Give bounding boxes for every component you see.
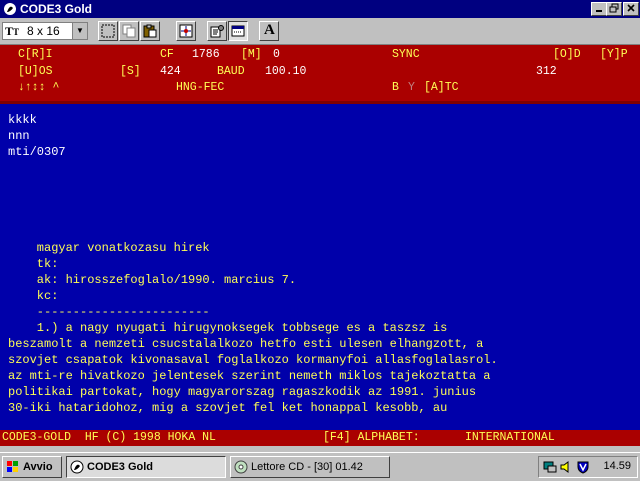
taskbar: Avvio CODE3 Gold Lettore CD - [30] 01.42…: [0, 452, 640, 481]
terminal-line: politikai partokat, hogy magyarorszag ra…: [8, 385, 477, 399]
clock[interactable]: 14.59: [603, 460, 631, 472]
baud-value: 100.10: [265, 65, 307, 78]
terminal-line: mti/0307: [8, 145, 66, 159]
yp-label[interactable]: [Y]P: [600, 48, 628, 62]
close-icon: [627, 4, 635, 12]
status-panel: C[R]I CF 1786 [M] 0 SYNC [O]D [Y]P [U]OS…: [0, 45, 640, 104]
minimize-button[interactable]: [591, 2, 607, 16]
terminal-line: az mti-re hivatkozo jelentesek szerint n…: [8, 369, 491, 383]
window-button[interactable]: [228, 21, 248, 41]
paste-icon: [143, 24, 157, 38]
font-icon: A: [264, 22, 275, 38]
volume-icon[interactable]: [559, 460, 573, 474]
terminal-line: szovjet csapatok kivonasaval foglalkozo …: [8, 353, 498, 367]
font-size-value: 8 x 16: [27, 24, 60, 38]
terminal-line: 1.) a nagy nyugati hirugynoksegek tobbse…: [8, 321, 448, 335]
window-icon: [231, 25, 245, 37]
m-value: 0: [273, 48, 280, 61]
terminal-line: kkkk: [8, 113, 37, 127]
terminal-line: beszamolt a nemzeti csucstalalkozo hetfo…: [8, 337, 484, 351]
baud-label: BAUD: [217, 65, 245, 78]
terminal-line: ------------------------: [8, 305, 210, 319]
antivirus-icon[interactable]: [576, 460, 590, 474]
alphabet-value: INTERNATIONAL: [465, 431, 555, 444]
start-button[interactable]: Avvio: [2, 456, 62, 478]
task-code3-gold[interactable]: CODE3 Gold: [66, 456, 226, 478]
toolbar: TT 8 x 16 ▼ A: [0, 19, 640, 45]
copy-button[interactable]: [119, 21, 139, 41]
s-value: 424: [160, 65, 181, 78]
mode-label: HNG-FEC: [176, 81, 225, 94]
paste-button[interactable]: [140, 21, 160, 41]
cf-value: 1786: [192, 48, 220, 61]
terminal-line: 30-iki hataridohoz, mig a szovjet fel ke…: [8, 401, 448, 415]
alphabet-key-label[interactable]: [F4] ALPHABET:: [323, 430, 420, 446]
select-icon: [101, 24, 115, 38]
select-button[interactable]: [98, 21, 118, 41]
right-counter: 312: [536, 65, 557, 78]
properties-icon: [210, 25, 224, 38]
copy-icon: [122, 24, 136, 38]
cri-label[interactable]: C[R]I: [18, 48, 53, 62]
terminal-line: kc:: [8, 289, 59, 303]
m-label[interactable]: [M]: [241, 48, 262, 62]
y-indicator: Y: [408, 81, 415, 94]
code3-app-icon: [70, 460, 84, 474]
terminal-line: ak: hirosszefoglalo/1990. marcius 7.: [8, 273, 297, 287]
task-label: CODE3 Gold: [87, 461, 154, 473]
minimize-icon: [596, 10, 602, 12]
od-label[interactable]: [O]D: [553, 48, 581, 62]
target-button[interactable]: [176, 21, 196, 41]
restore-icon: [609, 3, 619, 13]
uos-label[interactable]: [U]OS: [18, 65, 53, 79]
task-label: Lettore CD - [30] 01.42: [251, 461, 363, 473]
chevron-down-icon[interactable]: ▼: [72, 23, 87, 39]
bottom-status-bar: CODE3-GOLD HF (C) 1998 HOKA NL [F4] ALPH…: [0, 430, 640, 446]
properties-button[interactable]: [207, 21, 227, 41]
cf-label: CF: [160, 48, 174, 61]
b-indicator: B: [392, 81, 399, 94]
terminal-output[interactable]: kkkk nnn mti/0307 magyar vonatkozasu hir…: [0, 104, 640, 430]
copyright-label: CODE3-GOLD HF (C) 1998 HOKA NL: [2, 431, 216, 444]
system-tray: 14.59: [538, 456, 638, 478]
terminal-line: magyar vonatkozasu hirek: [8, 241, 210, 255]
atc-label[interactable]: [A]TC: [424, 81, 459, 95]
windows-logo-icon: [7, 461, 18, 472]
task-cd-player[interactable]: Lettore CD - [30] 01.42: [230, 456, 390, 478]
font-button[interactable]: A: [259, 21, 279, 41]
cd-player-icon: [234, 460, 248, 474]
start-label: Avvio: [23, 461, 53, 473]
network-icon[interactable]: [543, 460, 557, 474]
close-button[interactable]: [623, 2, 639, 16]
sync-label: SYNC: [392, 48, 420, 61]
terminal-line: tk:: [8, 257, 59, 271]
restore-button[interactable]: [606, 2, 622, 16]
code3-app-icon: [4, 3, 16, 15]
terminal-line: nnn: [8, 129, 30, 143]
window-title: CODE3 Gold: [20, 2, 93, 16]
arrow-indicators: ↓↑↕↕ ^: [18, 81, 60, 94]
truetype-icon: TT: [5, 24, 20, 38]
font-size-select[interactable]: TT 8 x 16 ▼: [2, 22, 88, 40]
window-title-bar[interactable]: CODE3 Gold: [0, 0, 640, 18]
s-label[interactable]: [S]: [120, 65, 141, 79]
target-icon: [179, 24, 193, 38]
